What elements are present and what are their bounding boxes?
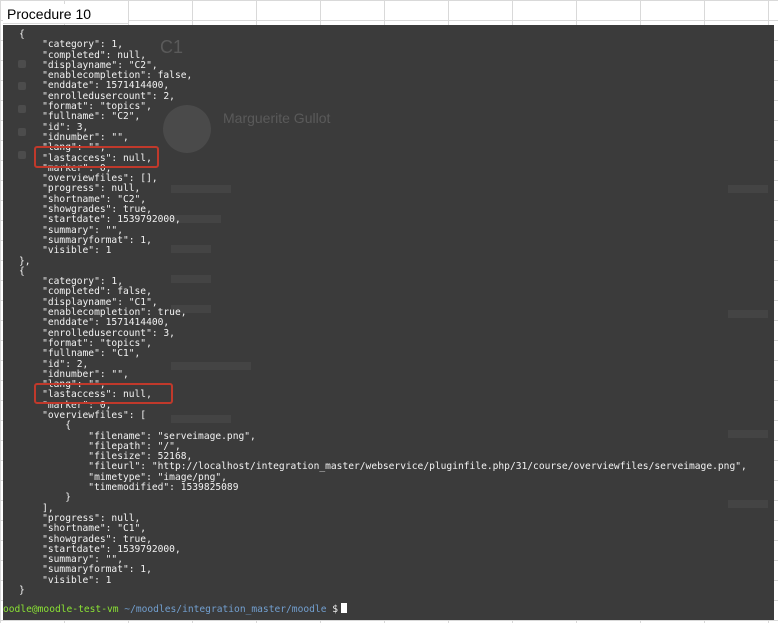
json-output: { "category": 1, "completed": null, "dis… bbox=[19, 29, 747, 597]
terminal-window[interactable]: C1 Marguerite Gullot { "category": 1, "c… bbox=[3, 25, 774, 620]
json-line: "visible": 1 bbox=[19, 574, 112, 586]
shell-prompt[interactable]: oodle@moodle-test-vm ~/moodles/integrati… bbox=[3, 603, 348, 615]
json-line: } bbox=[19, 585, 25, 597]
terminal-cursor bbox=[341, 603, 348, 613]
json-line: "visible": 1 bbox=[19, 245, 112, 257]
prompt-symbol: $ bbox=[326, 604, 339, 615]
highlight-lastaccess-2 bbox=[34, 383, 173, 404]
prompt-user: oodle@moodle-test-vm bbox=[3, 604, 119, 615]
cell-a1[interactable]: Procedure 10 bbox=[3, 4, 129, 24]
highlight-lastaccess-1 bbox=[34, 146, 159, 168]
prompt-path: ~/moodles/integration_master/moodle bbox=[118, 604, 327, 615]
